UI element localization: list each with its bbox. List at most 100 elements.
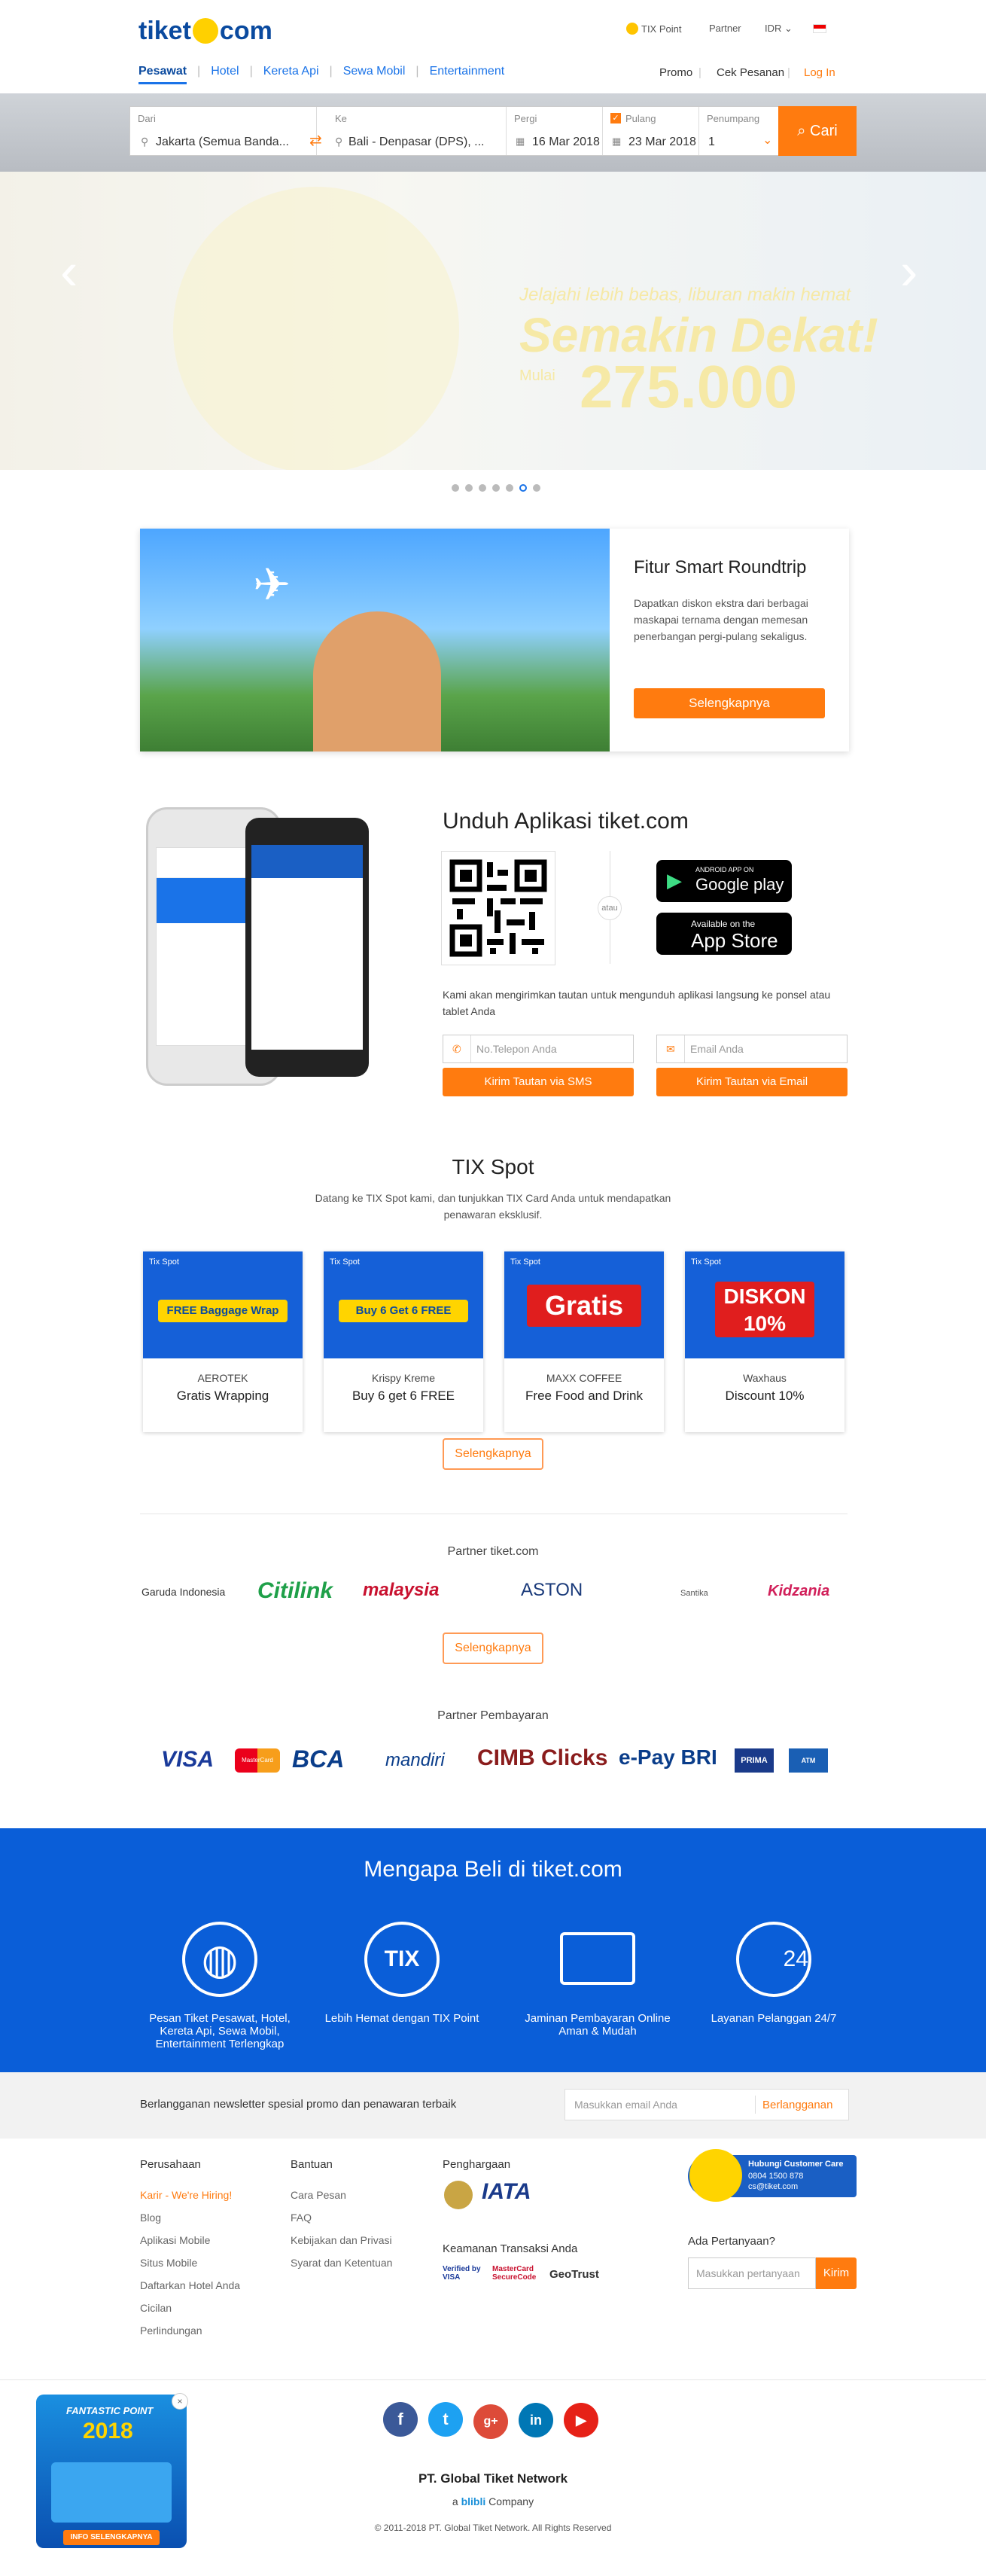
question-input[interactable]: Masukkan pertanyaan [688, 2257, 816, 2289]
iata-logo: IATA [482, 2179, 531, 2204]
mandiri-logo: mandiri [385, 1750, 445, 1770]
footer-link[interactable]: Aplikasi Mobile [140, 2229, 240, 2251]
footer-link[interactable]: Blog [140, 2206, 240, 2229]
qr-code-icon [449, 859, 547, 957]
tab-sewa-mobil[interactable]: Sewa Mobil [343, 65, 406, 78]
email-input[interactable]: ✉ Email Anda [656, 1035, 848, 1063]
send-sms-button[interactable]: Kirim Tautan via SMS [443, 1068, 634, 1096]
send-email-button[interactable]: Kirim Tautan via Email [656, 1068, 848, 1096]
footer-link[interactable]: Perlindungan [140, 2319, 240, 2342]
return-checkbox[interactable]: ✓ [610, 113, 621, 123]
android-mockup [245, 818, 369, 1077]
footer-link[interactable]: Daftarkan Hotel Anda [140, 2274, 240, 2297]
calendar-icon: ▦ [612, 136, 622, 147]
promo-link[interactable]: Promo [659, 66, 692, 79]
promo-cta-button[interactable]: INFO SELENGKAPNYA [63, 2530, 160, 2545]
travelers-photo [313, 611, 441, 751]
qr-code [441, 851, 555, 965]
swap-icon[interactable]: ⇄ [309, 131, 322, 150]
origin-field[interactable]: Dari ⚲ Jakarta (Semua Banda... [130, 107, 317, 155]
phone-input[interactable]: ✆ No.Telepon Anda [443, 1035, 634, 1063]
newsletter-form: Masukkan email Anda Berlangganan [565, 2089, 849, 2120]
smart-roundtrip-button[interactable]: Selengkapnya [634, 688, 825, 718]
partner-link[interactable]: Partner [709, 23, 741, 34]
carousel-dots[interactable] [449, 482, 543, 495]
hero-banner[interactable]: Jelajahi lebih bebas, liburan makin hema… [0, 172, 986, 470]
depart-date-field[interactable]: Pergi ▦ 16 Mar 2018 [507, 107, 603, 155]
why-item: 24 Layanan Pelanggan 24/7 [691, 1922, 857, 2025]
location-pin-icon: ⚲ [141, 136, 149, 148]
tix-card-maxx-coffee[interactable]: Tix Spot Gratis MAXX COFFEE Free Food and… [504, 1251, 664, 1432]
partners-more-button[interactable]: Selengkapnya [443, 1632, 543, 1664]
or-label: atau [598, 896, 622, 920]
aston-logo: ASTON [521, 1580, 583, 1600]
promo-prizes-image [51, 2462, 172, 2523]
footer-link[interactable]: FAQ [291, 2206, 392, 2229]
promo-year: 2018 [83, 2419, 133, 2443]
search-button[interactable]: ⌕ Cari [778, 106, 857, 156]
customer-care-card[interactable]: Hubungi Customer Care 0804 1500 878 cs@t… [688, 2149, 857, 2202]
tix-offer: Gratis Wrapping [176, 1389, 269, 1403]
nav-divider: | [787, 66, 790, 79]
tiket-logo[interactable]: tiket com [138, 17, 272, 46]
hero-tagline: Jelajahi lebih bebas, liburan makin hema… [519, 285, 851, 305]
tix-card-waxhaus[interactable]: Tix Spot DISKON 10% Waxhaus Discount 10% [685, 1251, 844, 1432]
close-icon[interactable]: × [172, 2393, 188, 2410]
smart-roundtrip-title: Fitur Smart Roundtrip [634, 557, 807, 578]
smart-roundtrip-card: ✈ Fitur Smart Roundtrip Dapatkan diskon … [140, 529, 849, 751]
newsletter-text: Berlangganan newsletter spesial promo da… [140, 2098, 457, 2111]
language-flag-icon[interactable] [813, 24, 826, 33]
footer-link[interactable]: Situs Mobile [140, 2251, 240, 2274]
chevron-down-icon: ⌄ [784, 23, 793, 34]
app-download-title: Unduh Aplikasi tiket.com [443, 809, 689, 834]
promo-popup[interactable]: FANTASTIC POINT 2018 INFO SELENGKAPNYA [36, 2395, 187, 2548]
footer-bantuan: Bantuan Cara Pesan FAQ Kebijakan dan Pri… [291, 2154, 392, 2274]
destination-field[interactable]: Ke ⚲ Bali - Denpasar (DPS), ... [327, 107, 507, 155]
logo-dot-icon [192, 18, 218, 44]
facebook-icon[interactable]: f [383, 2402, 418, 2437]
app-desc: Kami akan mengirimkan tautan untuk mengu… [443, 989, 831, 1017]
linkedin-icon[interactable]: in [519, 2403, 553, 2437]
passenger-select[interactable]: Penumpang 1 ⌄ [699, 107, 779, 155]
tix-offer: Free Food and Drink [525, 1389, 643, 1403]
google-plus-icon[interactable]: g+ [473, 2404, 508, 2439]
currency-select[interactable]: IDR ⌄ [765, 23, 793, 35]
android-screen [251, 845, 363, 1050]
app-store-button[interactable]: Available on the App Store [656, 913, 792, 955]
footer-link[interactable]: Cara Pesan [291, 2184, 392, 2206]
kidzania-logo: Kidzania [768, 1583, 830, 1599]
tix-more-button[interactable]: Selengkapnya [443, 1438, 543, 1470]
tix-card-aerotek[interactable]: Tix Spot FREE Baggage Wrap AEROTEK Gratis… [143, 1251, 303, 1432]
footer-link[interactable]: Kebijakan dan Privasi [291, 2229, 392, 2251]
tab-kereta-api[interactable]: Kereta Api [263, 65, 319, 78]
cek-pesanan-link[interactable]: Cek Pesanan [717, 66, 784, 79]
credit-card-icon [560, 1932, 635, 1985]
why-item: ◍ Pesan Tiket Pesawat, Hotel, Kereta Api,… [137, 1922, 303, 2050]
question-send-button[interactable]: Kirim [816, 2257, 857, 2289]
tab-entertainment[interactable]: Entertainment [430, 65, 505, 78]
malaysia-airlines-logo: malaysia [363, 1580, 440, 1600]
return-date-field[interactable]: ✓ Pulang ▦ 23 Mar 2018 [603, 107, 699, 155]
tix-point-link[interactable]: TIX Point [626, 23, 681, 35]
subscribe-button[interactable]: Berlangganan [762, 2099, 832, 2111]
citilink-logo: Citilink [257, 1578, 333, 1603]
twitter-icon[interactable]: t [428, 2402, 463, 2437]
tix-card-krispy-kreme[interactable]: Tix Spot Buy 6 Get 6 FREE Krispy Kreme Bu… [324, 1251, 483, 1432]
footer-link[interactable]: Syarat dan Ketentuan [291, 2251, 392, 2274]
login-link[interactable]: Log In [804, 66, 835, 79]
mail-icon: ✉ [666, 1043, 675, 1055]
newsletter-email-input[interactable]: Masukkan email Anda [574, 2099, 677, 2111]
tix-banner: FREE Baggage Wrap [158, 1300, 288, 1322]
footer-divider [0, 2379, 986, 2380]
carousel-prev-icon[interactable]: ‹ [60, 241, 78, 301]
footer-link[interactable]: Cicilan [140, 2297, 240, 2319]
youtube-icon[interactable]: ▶ [564, 2403, 598, 2437]
visa-logo: VISA [161, 1747, 215, 1772]
tab-hotel[interactable]: Hotel [211, 65, 239, 78]
carousel-next-icon[interactable]: › [900, 241, 918, 301]
footer-link[interactable]: Karir - We're Hiring! [140, 2184, 240, 2206]
tab-pesawat[interactable]: Pesawat [138, 65, 187, 84]
chevron-down-icon: ⌄ [762, 134, 773, 147]
google-play-button[interactable]: ▶ ANDROID APP ON Google play [656, 860, 792, 902]
tix-banner: Gratis [527, 1285, 641, 1327]
